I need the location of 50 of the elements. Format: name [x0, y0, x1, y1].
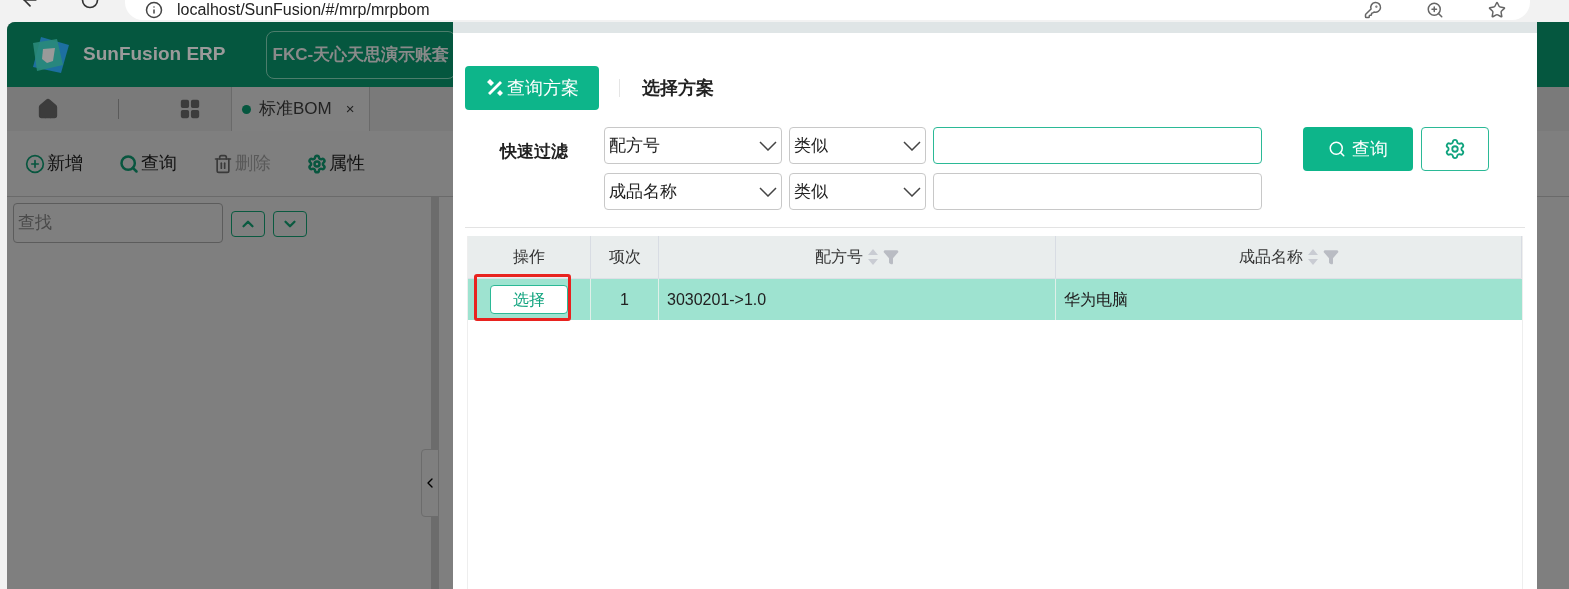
home-icon[interactable]: [36, 98, 59, 120]
url-text: localhost/SunFusion/#/mrp/mrpbom: [177, 1, 430, 19]
chevron-down-icon: [759, 140, 777, 151]
plus-icon: [25, 153, 45, 174]
chevron-down-icon: [903, 140, 921, 151]
up-button[interactable]: [231, 211, 265, 237]
toolbar-button[interactable]: 查询: [119, 150, 177, 177]
field-select[interactable]: 配方号: [604, 127, 782, 164]
column-header: 配方号: [815, 247, 863, 267]
address-bar[interactable]: localhost/SunFusion/#/mrp/mrpbom: [125, 0, 1530, 20]
value-field[interactable]: [933, 127, 1262, 164]
key-icon[interactable]: [1364, 1, 1382, 19]
operator-select[interactable]: 类似: [789, 127, 926, 164]
settings-button[interactable]: [1421, 127, 1489, 171]
query-button[interactable]: 查询: [1303, 127, 1413, 171]
trash-icon: [213, 153, 233, 174]
table-cell-text: 华为电脑: [1064, 289, 1128, 310]
gear-icon: [307, 153, 327, 174]
filter-icon[interactable]: [1322, 249, 1339, 265]
down-button[interactable]: [273, 211, 307, 237]
select-button[interactable]: 选择: [490, 285, 568, 314]
close-icon[interactable]: ×: [345, 97, 355, 121]
column-header: 操作: [513, 247, 545, 267]
info-icon: [145, 1, 163, 19]
operator-select[interactable]: 类似: [789, 173, 926, 210]
star-icon[interactable]: [1488, 1, 1506, 19]
plan-tab[interactable]: 查询方案: [465, 66, 599, 110]
chevron-down-icon: [903, 186, 921, 197]
column-header: 项次: [608, 247, 641, 267]
settings-icon: [1444, 138, 1466, 160]
zoom-icon[interactable]: [1426, 1, 1444, 19]
collapse-handle[interactable]: [421, 449, 439, 517]
table-cell-text: 1: [620, 289, 629, 310]
value-field[interactable]: [933, 173, 1262, 210]
toolbar-button[interactable]: 属性: [307, 150, 365, 177]
toolbar-button[interactable]: 新增: [25, 150, 83, 177]
plan-tab[interactable]: 选择方案: [640, 66, 716, 110]
grid-icon[interactable]: [179, 98, 202, 120]
column-header: 成品名称: [1238, 247, 1303, 267]
chevron-down-icon: [759, 186, 777, 197]
page-tab[interactable]: 标准BOM ×: [232, 87, 370, 131]
table-cell-text: 3030201->1.0: [667, 289, 767, 310]
sort-icon[interactable]: [1306, 248, 1319, 266]
brand-name: SunFusion ERP: [83, 42, 226, 67]
field-select[interactable]: 成品名称: [604, 173, 782, 210]
filter-icon[interactable]: [883, 249, 899, 265]
sort-icon[interactable]: [867, 248, 879, 266]
search-icon: [1328, 140, 1346, 158]
quick-filter-label: 快速过滤: [500, 141, 569, 163]
search-icon: [119, 153, 139, 174]
